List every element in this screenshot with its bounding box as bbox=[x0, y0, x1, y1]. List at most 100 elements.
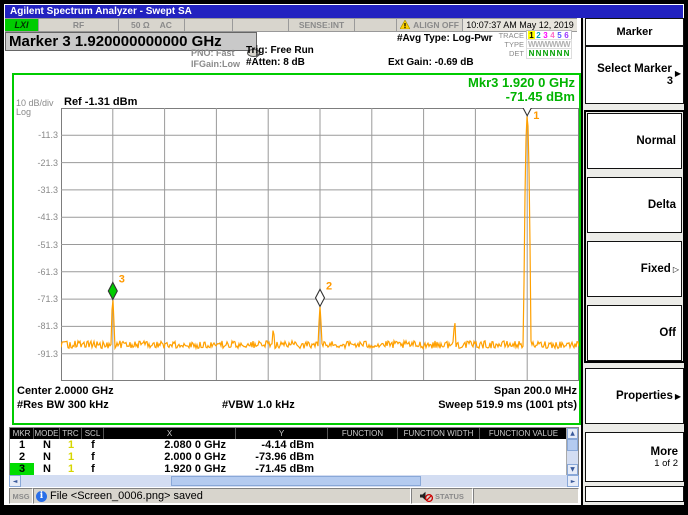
y-tick-label: -81.3 bbox=[14, 321, 58, 331]
more-button[interactable]: More 1 of 2 bbox=[585, 432, 684, 482]
align-off-label: ALIGN OFF bbox=[413, 20, 459, 30]
normal-button[interactable]: Normal bbox=[587, 113, 682, 169]
cell-y: -4.14 dBm bbox=[236, 439, 328, 451]
span-label: Span 200.0 MHz bbox=[494, 385, 577, 397]
message-cell: i File <Screen_0006.png> saved bbox=[33, 488, 411, 504]
cell-trc: 1 bbox=[60, 463, 82, 475]
avg-type-readout: #Avg Type: Log-Pwr bbox=[397, 33, 493, 44]
cell-x: 2.080 0 GHz bbox=[104, 439, 236, 451]
lxi-badge: LXI bbox=[5, 19, 39, 31]
cell-scl: f bbox=[82, 451, 104, 463]
table-row[interactable]: 2 N 1 f 2.000 0 GHz -73.96 dBm bbox=[10, 451, 578, 463]
marker-2-diamond-icon bbox=[316, 289, 325, 306]
window-title: Agilent Spectrum Analyzer - Swept SA bbox=[5, 5, 683, 18]
y-tick-label: -91.3 bbox=[14, 349, 58, 359]
trace-state-block: TRACE 123456 TYPE WWWWWW DET NNNNNN bbox=[496, 31, 578, 58]
normal-button-label: Normal bbox=[636, 135, 676, 147]
cell-function bbox=[328, 439, 398, 451]
table-row[interactable]: 1 N 1 f 2.080 0 GHz -4.14 dBm bbox=[10, 439, 578, 451]
cell-mode: N bbox=[34, 451, 60, 463]
cell-function-width bbox=[398, 451, 480, 463]
msg-label: MSG bbox=[9, 488, 33, 504]
fixed-button-label: Fixed bbox=[641, 263, 671, 275]
spectrum-display-area: Mkr3 1.920 0 GHz -71.45 dBm 10 dB/div Re… bbox=[12, 73, 581, 425]
blank-softkey[interactable] bbox=[585, 486, 684, 502]
det-row-label: DET bbox=[496, 49, 526, 58]
table-horizontal-scrollbar[interactable]: ◄ ► bbox=[9, 475, 579, 487]
bw-annotation-row: #Res BW 300 kHz #VBW 1.0 kHz Sweep 519.9… bbox=[17, 399, 577, 411]
col-header-mode: MODE bbox=[34, 428, 60, 439]
rf-indicator: RF bbox=[39, 19, 119, 31]
scroll-right-button[interactable]: ► bbox=[567, 475, 579, 487]
marker-1-label: 1 bbox=[533, 110, 539, 122]
marker-freq-readout: Mkr3 1.920 0 GHz bbox=[468, 76, 575, 90]
cell-function-value bbox=[480, 439, 568, 451]
spectrum-analyzer-screen: Agilent Spectrum Analyzer - Swept SA LXI… bbox=[0, 0, 688, 515]
y-tick-label: -61.3 bbox=[14, 267, 58, 277]
ifgain-label: IFGain:Low bbox=[191, 59, 240, 69]
status-cell: STATUS bbox=[411, 488, 473, 504]
submenu-arrow-icon: ▶ bbox=[675, 69, 681, 78]
impedance-indicator: 50 Ω bbox=[131, 20, 150, 30]
info-icon: i bbox=[36, 491, 47, 502]
marker-mode-group: Normal Delta Fixed ▷ Off bbox=[584, 110, 684, 363]
rbw-label: #Res BW 300 kHz bbox=[17, 399, 109, 411]
trace-detectors: NNNNNN bbox=[526, 48, 572, 59]
y-tick-label: -51.3 bbox=[14, 240, 58, 250]
scroll-down-button[interactable]: ▼ bbox=[567, 464, 578, 475]
select-marker-value: 3 bbox=[586, 75, 683, 87]
marker-readout-green: Mkr3 1.920 0 GHz -71.45 dBm bbox=[468, 76, 575, 104]
softkey-menu: Marker Select Marker ▶ 3 Normal Delta Fi… bbox=[581, 18, 684, 505]
cell-function bbox=[328, 451, 398, 463]
type-row-label: TYPE bbox=[496, 40, 526, 49]
col-header-mkr: MKR bbox=[10, 428, 34, 439]
cell-mkr: 1 bbox=[10, 439, 34, 451]
freq-annotation-row: Center 2.0000 GHz Span 200.0 MHz bbox=[17, 385, 577, 397]
marker-3-label: 3 bbox=[119, 273, 125, 285]
marker-ampl-readout: -71.45 dBm bbox=[468, 90, 575, 104]
fixed-button[interactable]: Fixed ▷ bbox=[587, 241, 682, 297]
col-header-function-width: FUNCTION WIDTH bbox=[398, 428, 480, 439]
status-strip: LXI RF 50 Ω AC SENSE:INT ALIGN OFF 10:07… bbox=[5, 18, 577, 32]
cell-mkr: 2 bbox=[10, 451, 34, 463]
off-button[interactable]: Off bbox=[587, 305, 682, 361]
application-window: Agilent Spectrum Analyzer - Swept SA LXI… bbox=[4, 4, 684, 505]
y-tick-label: -41.3 bbox=[14, 212, 58, 222]
marker-2-label: 2 bbox=[326, 280, 332, 292]
cell-x: 1.920 0 GHz bbox=[104, 463, 236, 475]
cell-function-value bbox=[480, 451, 568, 463]
scroll-up-button[interactable]: ▲ bbox=[567, 428, 578, 439]
hollow-arrow-icon: ▷ bbox=[673, 265, 679, 274]
select-marker-button[interactable]: Select Marker ▶ 3 bbox=[585, 46, 684, 104]
delta-button[interactable]: Delta bbox=[587, 177, 682, 233]
warning-icon bbox=[400, 20, 410, 31]
table-vertical-scrollbar[interactable]: ▲ ▼ bbox=[566, 428, 578, 475]
more-page-indicator: 1 of 2 bbox=[654, 458, 678, 469]
vertical-scroll-thumb[interactable] bbox=[567, 439, 578, 451]
more-button-label: More bbox=[651, 446, 678, 458]
properties-button[interactable]: Properties ▶ bbox=[585, 368, 684, 424]
horizontal-scroll-thumb[interactable] bbox=[171, 476, 421, 486]
cell-mode: N bbox=[34, 439, 60, 451]
input-coupling-cell: 50 Ω AC bbox=[119, 19, 185, 31]
select-marker-label: Select Marker bbox=[597, 63, 672, 75]
marker-3-diamond-icon bbox=[108, 282, 117, 299]
table-row-selected[interactable]: 3 N 1 f 1.920 0 GHz -71.45 dBm bbox=[10, 463, 578, 475]
ref-level-label: Ref -1.31 dBm bbox=[64, 96, 137, 108]
cell-y: -71.45 dBm bbox=[236, 463, 328, 475]
y-tick-label: -31.3 bbox=[14, 185, 58, 195]
cell-function-value bbox=[480, 463, 568, 475]
y-tick-label: -21.3 bbox=[14, 158, 58, 168]
speaker-muted-icon bbox=[420, 491, 433, 502]
menu-title: Marker bbox=[585, 18, 684, 46]
cell-mode: N bbox=[34, 463, 60, 475]
atten-readout: #Atten: 8 dB bbox=[246, 57, 305, 68]
scroll-left-button[interactable]: ◄ bbox=[9, 475, 21, 487]
cell-scl: f bbox=[82, 463, 104, 475]
delta-button-label: Delta bbox=[648, 199, 676, 211]
cell-x: 2.000 0 GHz bbox=[104, 451, 236, 463]
cell-scl: f bbox=[82, 439, 104, 451]
align-off-indicator: ALIGN OFF bbox=[397, 19, 463, 31]
vbw-label: #VBW 1.0 kHz bbox=[222, 399, 295, 411]
y-tick-label: -11.3 bbox=[14, 130, 58, 140]
